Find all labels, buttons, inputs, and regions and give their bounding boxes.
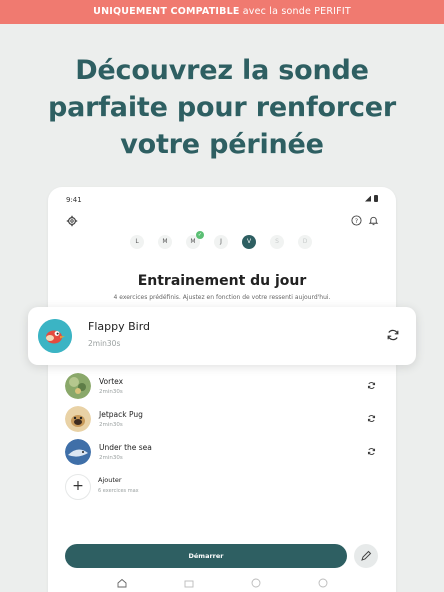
add-exercise-button[interactable]: + bbox=[65, 474, 91, 500]
bell-icon[interactable] bbox=[368, 215, 379, 226]
day-monday[interactable]: L bbox=[130, 235, 144, 249]
featured-exercise-duration: 2min30s bbox=[88, 339, 121, 348]
start-button[interactable]: Démarrer bbox=[65, 544, 347, 568]
status-icons bbox=[365, 195, 378, 202]
session-title: Entrainement du jour bbox=[137, 273, 307, 289]
refresh-icon[interactable] bbox=[386, 328, 400, 342]
featured-exercise-card[interactable]: Flappy Bird 2min30s bbox=[28, 307, 416, 365]
gear-icon[interactable] bbox=[66, 215, 78, 227]
list-item[interactable]: Jetpack Pug 2min30s bbox=[65, 405, 380, 438]
signal-icon bbox=[365, 195, 371, 202]
stats-icon[interactable] bbox=[251, 578, 261, 588]
headline-line-2: parfaite pour renforcer bbox=[47, 92, 396, 123]
session-subtitle: 4 exercices prédéfinis. Ajustez en fonct… bbox=[113, 294, 331, 301]
day-label: M bbox=[190, 238, 196, 245]
banner-text: avec la sonde PERIFIT bbox=[239, 6, 351, 17]
list-item[interactable]: Vortex 2min30s bbox=[65, 372, 380, 405]
banner-strong-text: UNIQUEMENT COMPATIBLE bbox=[93, 6, 240, 17]
profile-icon[interactable] bbox=[318, 578, 328, 588]
list-item[interactable]: Under the sea 2min30s bbox=[65, 438, 380, 471]
bird-icon bbox=[38, 319, 72, 353]
refresh-icon[interactable] bbox=[367, 414, 376, 423]
day-thursday[interactable]: J bbox=[214, 235, 228, 249]
battery-icon bbox=[374, 195, 378, 202]
exercise-name: Under the sea bbox=[99, 443, 152, 452]
exercise-duration: 2min30s bbox=[99, 422, 123, 428]
day-saturday[interactable]: S bbox=[270, 235, 284, 249]
headline-line-3: votre périnée bbox=[120, 129, 324, 160]
help-icon[interactable]: ? bbox=[351, 215, 362, 226]
plus-icon: + bbox=[72, 478, 84, 494]
refresh-icon[interactable] bbox=[367, 381, 376, 390]
pencil-icon bbox=[361, 550, 372, 561]
compatibility-banner: UNIQUEMENT COMPATIBLE avec la sonde PERI… bbox=[0, 0, 444, 24]
edit-button[interactable] bbox=[354, 544, 378, 568]
refresh-icon[interactable] bbox=[367, 447, 376, 456]
bottom-tab-bar bbox=[48, 578, 396, 592]
jetpack-pug-avatar bbox=[65, 406, 91, 432]
week-days: L M M ✓ J V S D bbox=[130, 231, 312, 249]
headline-line-1: Découvrez la sonde bbox=[75, 55, 369, 86]
day-label: J bbox=[220, 238, 222, 245]
day-label: D bbox=[302, 238, 308, 245]
check-icon: ✓ bbox=[196, 231, 204, 239]
day-label: V bbox=[246, 238, 252, 245]
add-exercise-limit: 6 exercices max bbox=[98, 488, 139, 494]
featured-exercise-name: Flappy Bird bbox=[88, 320, 151, 333]
exercise-name: Jetpack Pug bbox=[99, 410, 143, 419]
add-exercise-label: Ajouter bbox=[98, 476, 122, 484]
day-label: S bbox=[275, 238, 279, 245]
day-tuesday[interactable]: M bbox=[158, 235, 172, 249]
day-friday[interactable]: V bbox=[242, 235, 256, 249]
day-wednesday[interactable]: M ✓ bbox=[186, 231, 204, 249]
day-label: M bbox=[162, 238, 168, 245]
exercise-name: Vortex bbox=[99, 377, 124, 386]
exercise-duration: 2min30s bbox=[99, 389, 123, 395]
promo-headline: Découvrez la sonde parfaite pour renforc… bbox=[0, 52, 444, 163]
home-icon[interactable] bbox=[117, 578, 127, 588]
under-the-sea-avatar bbox=[65, 439, 91, 465]
svg-text:?: ? bbox=[355, 217, 358, 225]
flappy-bird-avatar bbox=[38, 319, 72, 353]
exercise-duration: 2min30s bbox=[99, 455, 123, 461]
exercise-list: Vortex 2min30s Jetpack Pug 2min30s Under… bbox=[65, 372, 380, 471]
status-time: 9:41 bbox=[66, 196, 82, 204]
day-label: L bbox=[135, 238, 139, 245]
library-icon[interactable] bbox=[184, 578, 194, 588]
vortex-avatar bbox=[65, 373, 91, 399]
day-sunday[interactable]: D bbox=[298, 235, 312, 249]
